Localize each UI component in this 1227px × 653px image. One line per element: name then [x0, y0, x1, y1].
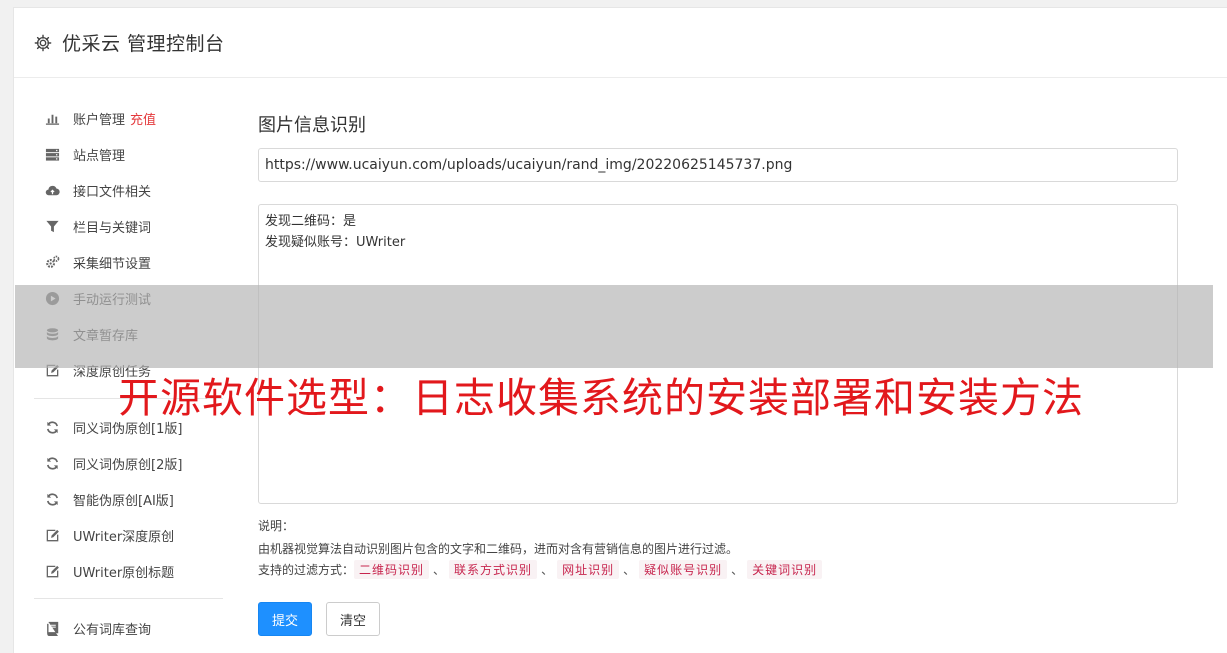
gears-icon [44, 254, 60, 270]
book-icon [44, 620, 60, 636]
filter-tag: 联系方式识别 [449, 560, 538, 579]
filter-tag: 网址识别 [557, 560, 620, 579]
sidebar-item-label: UWriter深度原创 [73, 529, 175, 545]
refresh-icon [44, 419, 60, 435]
tag-separator: 、 [623, 563, 636, 577]
sidebar-item[interactable]: 采集细节设置 [44, 252, 151, 272]
tag-separator: 、 [731, 563, 744, 577]
edit-icon [44, 563, 60, 579]
section-title: 图片信息识别 [258, 115, 366, 136]
result-line: 发现疑似账号：UWriter [265, 235, 406, 250]
sidebar-item-label: 智能伪原创[AI版] [73, 493, 174, 509]
recharge-link[interactable]: 充值 [130, 109, 156, 128]
sidebar-item[interactable]: UWriter深度原创 [44, 525, 174, 545]
image-url-input[interactable]: https://www.ucaiyun.com/uploads/ucaiyun/… [258, 148, 1178, 182]
filter-methods: 支持的过滤方式： 二维码识别、联系方式识别、网址识别、疑似账号识别、关键词识别 [258, 560, 823, 579]
overlay-headline: 开源软件选型：日志收集系统的安装部署和安装方法 [118, 374, 1084, 422]
sidebar-item[interactable]: 同义词伪原创[2版] [44, 453, 182, 473]
edit-icon [44, 527, 60, 543]
sidebar-item[interactable]: 接口文件相关 [44, 180, 151, 200]
sidebar-item-label: 账户管理 [73, 112, 126, 128]
tag-separator: 、 [541, 563, 554, 577]
server-icon [44, 146, 60, 162]
gear-icon [34, 34, 52, 52]
sidebar-item-label: 站点管理 [73, 148, 126, 164]
sidebar-item-label: 接口文件相关 [73, 184, 152, 200]
filter-tag: 二维码识别 [354, 560, 430, 579]
submit-button[interactable]: 提交 [258, 602, 312, 636]
filter-tag: 关键词识别 [747, 560, 823, 579]
desc-text: 由机器视觉算法自动识别图片包含的文字和二维码，进而对含有营销信息的图片进行过滤。 [258, 542, 739, 556]
sidebar-item[interactable]: 站点管理 [44, 144, 125, 164]
sidebar-item[interactable]: 公有词库查询 [44, 618, 151, 638]
result-line: 发现二维码：是 [265, 214, 357, 229]
sidebar-item-label: 采集细节设置 [73, 256, 152, 272]
sidebar-item-label: 同义词伪原创[2版] [73, 457, 183, 473]
bar-chart-icon [44, 110, 60, 126]
desc-label: 说明： [258, 519, 295, 533]
filter-icon [44, 218, 60, 234]
sidebar-item[interactable]: 智能伪原创[AI版] [44, 489, 174, 509]
sidebar-divider [34, 598, 223, 599]
refresh-icon [44, 491, 60, 507]
refresh-icon [44, 455, 60, 471]
filter-tag: 疑似账号识别 [639, 560, 728, 579]
tag-separator: 、 [433, 563, 446, 577]
sidebar-item[interactable]: 栏目与关键词 [44, 216, 151, 236]
sidebar-item[interactable]: UWriter原创标题 [44, 561, 174, 581]
filter-label: 支持的过滤方式： [258, 563, 355, 577]
filter-tags: 二维码识别、联系方式识别、网址识别、疑似账号识别、关键词识别 [354, 560, 823, 579]
clear-button[interactable]: 清空 [326, 602, 380, 636]
sidebar-item-label: 公有词库查询 [73, 622, 152, 638]
overlay-band [15, 285, 1213, 368]
sidebar-item-label: UWriter原创标题 [73, 565, 175, 581]
cloud-upload-icon [44, 182, 60, 198]
sidebar-item-label: 栏目与关键词 [73, 220, 152, 236]
sidebar-item[interactable]: 账户管理 充值 [44, 108, 156, 128]
page-title: 优采云 管理控制台 [62, 33, 225, 55]
